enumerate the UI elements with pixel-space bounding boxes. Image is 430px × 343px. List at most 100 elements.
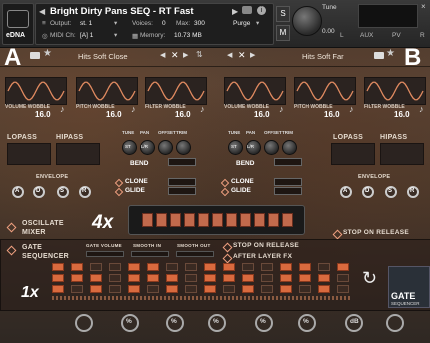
offset-knob[interactable] bbox=[158, 140, 173, 155]
sequencer-step[interactable] bbox=[128, 263, 140, 271]
wobble-display[interactable] bbox=[294, 77, 356, 105]
bend-slider[interactable] bbox=[274, 158, 302, 166]
sequencer-step[interactable] bbox=[166, 263, 178, 271]
sequencer-step[interactable] bbox=[166, 285, 178, 293]
sequencer-step[interactable] bbox=[147, 263, 159, 271]
next-instrument-icon[interactable]: ▶ bbox=[232, 7, 238, 16]
mix-bar[interactable] bbox=[142, 213, 153, 227]
sequencer-step[interactable] bbox=[71, 263, 83, 271]
sequencer-step[interactable] bbox=[223, 285, 235, 293]
sequencer-step[interactable] bbox=[299, 285, 311, 293]
sequencer-step[interactable] bbox=[242, 274, 254, 282]
clone-slider[interactable] bbox=[274, 178, 302, 186]
wobble-value[interactable]: 16.0 bbox=[106, 110, 122, 119]
layer-a-preset[interactable]: Hits Soft Close bbox=[78, 52, 128, 61]
sequencer-step[interactable] bbox=[280, 274, 292, 282]
smooth-out-slider[interactable] bbox=[176, 251, 214, 257]
purge-dropdown-icon[interactable]: ▾ bbox=[256, 19, 259, 27]
instrument-name[interactable]: Bright Dirty Pans SEQ - RT Fast bbox=[50, 6, 194, 17]
max-value[interactable]: 300 bbox=[194, 20, 205, 27]
mute-button[interactable]: M bbox=[276, 25, 290, 41]
sequencer-step[interactable] bbox=[109, 285, 121, 293]
folder-icon-b[interactable] bbox=[374, 52, 384, 59]
folder-icon-a[interactable] bbox=[30, 52, 40, 59]
sequencer-step[interactable] bbox=[337, 285, 349, 293]
mix-bar[interactable] bbox=[254, 213, 265, 227]
star-icon-a[interactable]: ★ bbox=[43, 48, 52, 59]
sequencer-step[interactable] bbox=[52, 274, 64, 282]
mix-bar[interactable] bbox=[198, 213, 209, 227]
wobble-display[interactable] bbox=[145, 77, 207, 105]
sequencer-step[interactable] bbox=[204, 285, 216, 293]
glide-toggle-icon[interactable] bbox=[114, 187, 124, 197]
layer-b-random-icon[interactable]: ✕ bbox=[238, 50, 246, 61]
note-icon[interactable]: ♪ bbox=[200, 104, 205, 114]
wobble-display[interactable] bbox=[5, 77, 67, 105]
sequencer-step[interactable] bbox=[90, 274, 102, 282]
sequencer-step[interactable] bbox=[261, 285, 273, 293]
sequencer-step[interactable] bbox=[128, 274, 140, 282]
sequencer-step[interactable] bbox=[185, 285, 197, 293]
sequencer-step[interactable] bbox=[337, 263, 349, 271]
sequencer-step[interactable] bbox=[90, 263, 102, 271]
sequencer-step[interactable] bbox=[204, 263, 216, 271]
sequencer-step[interactable] bbox=[223, 274, 235, 282]
sequencer-step[interactable] bbox=[185, 274, 197, 282]
stop-release-toggle-icon[interactable] bbox=[332, 229, 343, 240]
sequencer-reset-icon[interactable]: ↻ bbox=[362, 268, 377, 289]
sequencer-step[interactable] bbox=[261, 263, 273, 271]
sequencer-step[interactable] bbox=[166, 274, 178, 282]
sequencer-step[interactable] bbox=[147, 285, 159, 293]
layer-b-letter[interactable]: B bbox=[404, 44, 421, 72]
link-layers-icon[interactable]: ⇅ bbox=[196, 50, 203, 59]
tune-knob[interactable] bbox=[292, 6, 322, 36]
output-value[interactable]: st. 1 bbox=[80, 20, 92, 27]
mix-bar[interactable] bbox=[226, 213, 237, 227]
sequencer-step[interactable] bbox=[147, 274, 159, 282]
sequencer-step[interactable] bbox=[318, 274, 330, 282]
note-icon[interactable]: ♪ bbox=[60, 104, 65, 114]
sequencer-step[interactable] bbox=[71, 274, 83, 282]
trim-knob[interactable] bbox=[282, 140, 297, 155]
layer-b-prev-icon[interactable]: ◀ bbox=[227, 51, 232, 59]
sequencer-step[interactable] bbox=[299, 263, 311, 271]
mix-bar[interactable] bbox=[282, 213, 293, 227]
wobble-display[interactable] bbox=[224, 77, 286, 105]
layer-b-next-icon[interactable]: ▶ bbox=[250, 51, 255, 59]
close-icon[interactable]: × bbox=[421, 2, 426, 11]
sequencer-step[interactable] bbox=[204, 274, 216, 282]
gate-volume-slider[interactable] bbox=[86, 251, 124, 257]
note-icon[interactable]: ♪ bbox=[279, 104, 284, 114]
sequencer-step[interactable] bbox=[223, 263, 235, 271]
layer-a-random-icon[interactable]: ✕ bbox=[171, 50, 179, 61]
prev-instrument-icon[interactable]: ◀ bbox=[39, 7, 45, 16]
bottom-knob[interactable] bbox=[75, 314, 93, 332]
layer-b-preset[interactable]: Hits Soft Far bbox=[302, 52, 344, 61]
bend-slider[interactable] bbox=[168, 158, 196, 166]
lopass-display-a[interactable] bbox=[7, 143, 51, 165]
sequencer-multiplier[interactable]: 1x bbox=[21, 284, 39, 302]
midi-dropdown-icon[interactable]: ▾ bbox=[114, 31, 117, 39]
camera-icon[interactable] bbox=[242, 6, 252, 14]
clone-toggle-icon[interactable] bbox=[114, 178, 124, 188]
sequencer-step[interactable] bbox=[242, 285, 254, 293]
sequencer-step[interactable] bbox=[71, 285, 83, 293]
wobble-value[interactable]: 16.0 bbox=[394, 110, 410, 119]
mix-bar[interactable] bbox=[212, 213, 223, 227]
bottom-knob[interactable] bbox=[386, 314, 404, 332]
sequencer-step[interactable] bbox=[109, 274, 121, 282]
sequencer-step[interactable] bbox=[280, 285, 292, 293]
clone-slider[interactable] bbox=[168, 178, 196, 186]
lopass-display-b[interactable] bbox=[331, 143, 375, 165]
wobble-display[interactable] bbox=[364, 77, 426, 105]
layer-a-letter[interactable]: A bbox=[4, 44, 21, 72]
smooth-in-slider[interactable] bbox=[131, 251, 169, 257]
sequencer-step[interactable] bbox=[90, 285, 102, 293]
sequencer-step[interactable] bbox=[52, 263, 64, 271]
wobble-display[interactable] bbox=[76, 77, 138, 105]
sequencer-step[interactable] bbox=[128, 285, 140, 293]
note-icon[interactable]: ♪ bbox=[131, 104, 136, 114]
glide-toggle-icon[interactable] bbox=[220, 187, 230, 197]
oscillate-toggle-icon[interactable] bbox=[6, 222, 17, 233]
sequencer-step[interactable] bbox=[280, 263, 292, 271]
